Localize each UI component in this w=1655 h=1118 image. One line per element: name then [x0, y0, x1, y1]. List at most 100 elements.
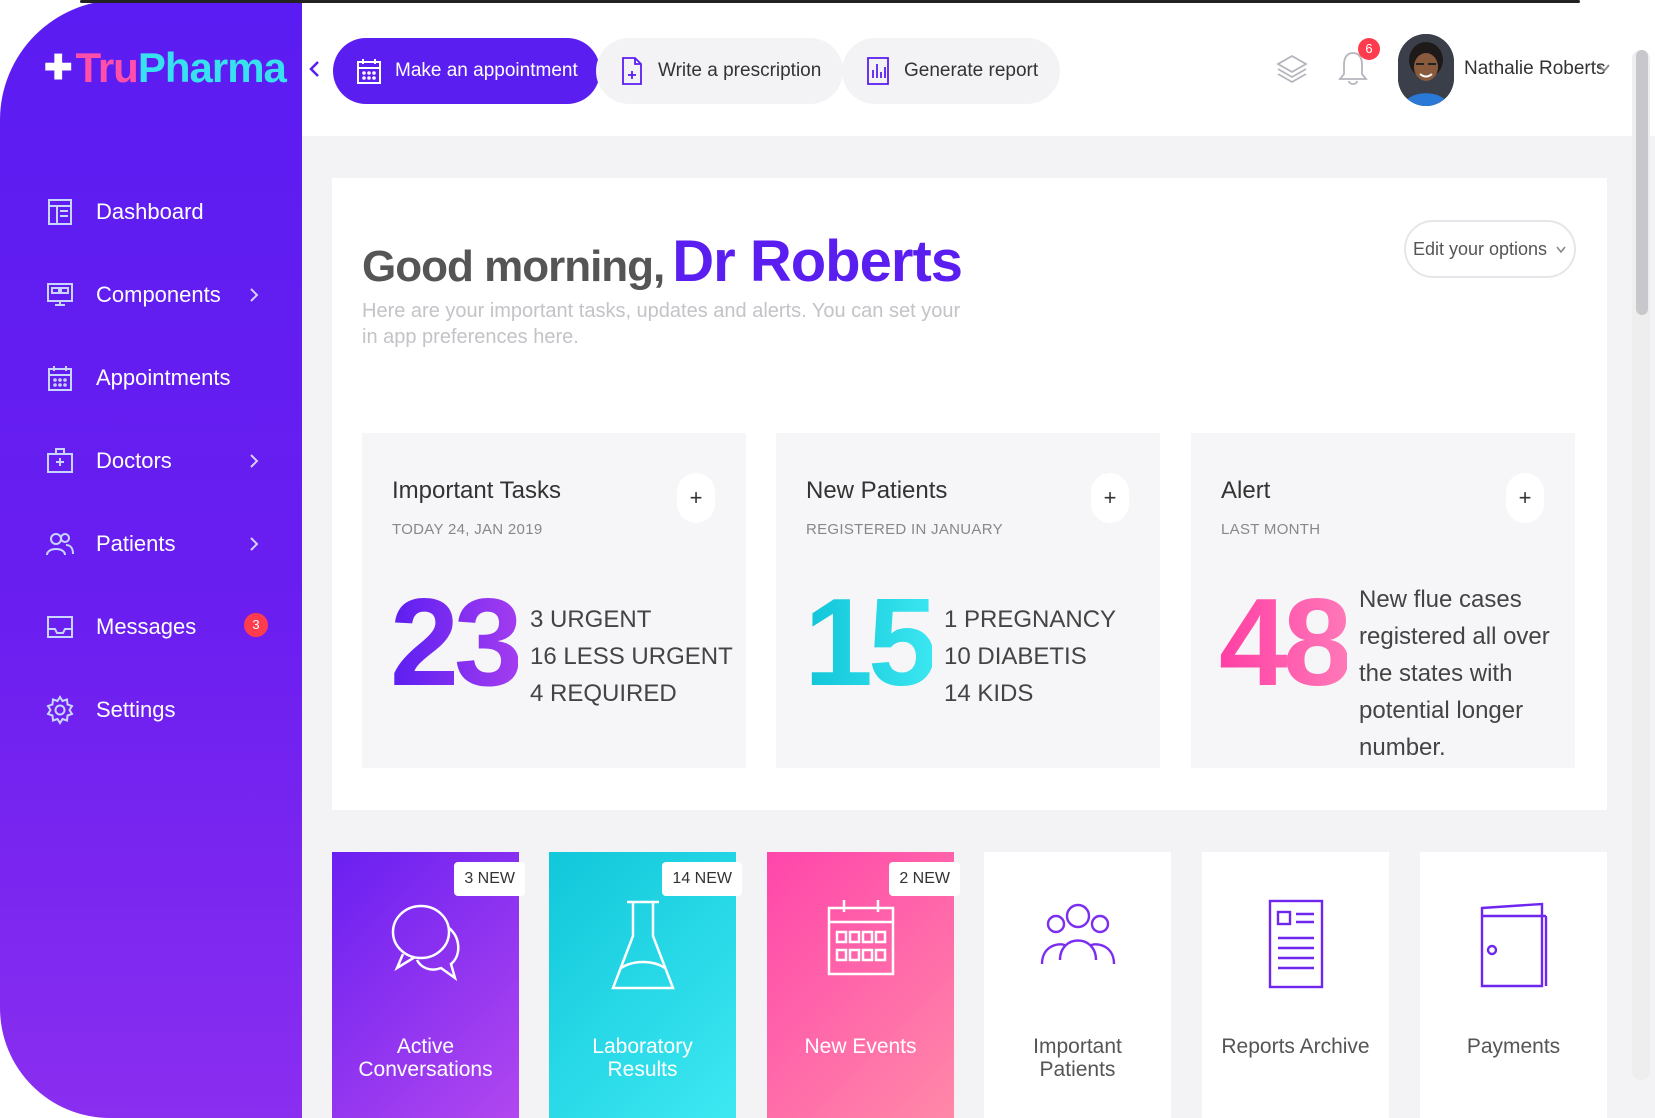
- brand-tru: Tru: [75, 44, 139, 91]
- brand-logo[interactable]: ✚ Tru Pharma: [44, 44, 287, 92]
- alert-text: New flue cases registered all over the s…: [1359, 586, 1550, 761]
- bar-chart-icon: [864, 56, 892, 86]
- add-button[interactable]: +: [677, 473, 715, 523]
- generate-report-label: Generate report: [904, 60, 1039, 81]
- components-icon: [46, 281, 74, 309]
- sidebar-item-label: Doctors: [96, 447, 172, 473]
- chevron-down-icon: [1556, 246, 1566, 254]
- window-top-edge: [80, 0, 1580, 3]
- top-header: Make an appointment Write a prescription…: [302, 0, 1655, 136]
- chevron-right-icon: [250, 454, 259, 468]
- stat-line: 10 DIABETIS: [944, 643, 1087, 670]
- stat-card-important-tasks: Important Tasks TODAY 24, JAN 2019 + 23 …: [362, 433, 746, 768]
- welcome-subtitle: Here are your important tasks, updates a…: [362, 300, 961, 348]
- gear-icon: [46, 694, 74, 725]
- stat-breakdown: 1 PREGNANCY 10 DIABETIS 14 KIDS: [944, 601, 1116, 712]
- add-button[interactable]: +: [1506, 473, 1544, 523]
- greeting-text: Good morning,: [362, 242, 665, 291]
- add-button[interactable]: +: [1091, 473, 1129, 523]
- stat-title: Important Tasks: [392, 477, 561, 504]
- new-badge: 14 NEW: [662, 862, 742, 896]
- cross-icon: ✚: [44, 49, 72, 87]
- sidebar-item-components[interactable]: Components: [0, 253, 302, 336]
- tile-new-events[interactable]: 2 NEW New Events: [767, 852, 960, 1118]
- calendar-icon: [355, 56, 383, 86]
- new-badge: 3 NEW: [454, 862, 525, 896]
- sidebar-item-doctors[interactable]: Doctors: [0, 419, 302, 502]
- sidebar-item-label: Components: [96, 281, 221, 307]
- document-icon: [1268, 899, 1323, 989]
- stat-line: 16 LESS URGENT: [530, 643, 733, 670]
- avatar[interactable]: [1398, 34, 1454, 106]
- stat-card-new-patients: New Patients REGISTERED IN JANUARY + 15 …: [776, 433, 1160, 768]
- tile-label: Payments: [1466, 1035, 1561, 1058]
- stat-breakdown: 3 URGENT 16 LESS URGENT 4 REQUIRED: [530, 601, 733, 712]
- tile-laboratory-results[interactable]: 14 NEW Laboratory Results: [549, 852, 742, 1118]
- sidebar-nav: Dashboard Components Appointments Doctor…: [0, 170, 302, 751]
- sidebar-item-label: Settings: [96, 696, 176, 722]
- wallet-icon: [1480, 902, 1547, 988]
- dashboard-icon: [46, 198, 74, 226]
- document-add-icon: [618, 56, 646, 86]
- tile-label: New Events: [804, 1035, 917, 1058]
- sidebar: ✚ Tru Pharma Dashboard Components Appoin…: [0, 0, 302, 1118]
- sidebar-item-dashboard[interactable]: Dashboard: [0, 170, 302, 253]
- stat-card-alert: Alert LAST MONTH + 48 New flue cases reg…: [1191, 433, 1575, 768]
- make-appointment-label: Make an appointment: [395, 60, 578, 81]
- sidebar-item-settings[interactable]: Settings: [0, 668, 302, 751]
- tile-payments[interactable]: Payments: [1420, 852, 1607, 1118]
- user-name[interactable]: Nathalie Roberts: [1464, 58, 1606, 80]
- stat-title: Alert: [1221, 477, 1271, 504]
- stat-subtitle: TODAY 24, JAN 2019: [392, 521, 543, 538]
- chevron-down-icon[interactable]: [1596, 60, 1612, 76]
- patients-group-icon: [1040, 903, 1115, 965]
- brand-pharma: Pharma: [137, 44, 287, 91]
- stat-value: 48: [1219, 574, 1352, 712]
- sidebar-item-messages[interactable]: Messages 3: [0, 585, 302, 668]
- users-icon: [46, 530, 74, 558]
- tile-label: Reports Archive: [1221, 1035, 1370, 1058]
- stat-subtitle: LAST MONTH: [1221, 521, 1321, 538]
- doctor-bag-icon: [46, 447, 74, 475]
- stat-line: 3 URGENT: [530, 606, 652, 633]
- stat-value: 23: [390, 574, 523, 712]
- write-prescription-button[interactable]: Write a prescription: [596, 38, 844, 104]
- stat-line: 4 REQUIRED: [530, 680, 677, 707]
- generate-report-button[interactable]: Generate report: [842, 38, 1061, 104]
- new-badge: 2 NEW: [889, 862, 960, 896]
- edit-options-button[interactable]: Edit your options: [1404, 220, 1576, 278]
- tile-important-patients[interactable]: Important Patients: [984, 852, 1171, 1118]
- make-appointment-button[interactable]: Make an appointment: [333, 38, 600, 104]
- doctor-name: Dr Roberts: [672, 229, 963, 294]
- notification-badge: 6: [1358, 38, 1380, 60]
- tile-active-conversations[interactable]: 3 NEW Active Conversations: [332, 852, 525, 1118]
- stat-line: 1 PREGNANCY: [944, 606, 1117, 633]
- stat-title: New Patients: [806, 477, 948, 504]
- chevron-right-icon: [250, 288, 259, 302]
- sidebar-item-patients[interactable]: Patients: [0, 502, 302, 585]
- sidebar-item-label: Appointments: [96, 364, 231, 390]
- scrollbar-thumb[interactable]: [1636, 50, 1648, 315]
- tile-label: Laboratory Results: [592, 1035, 693, 1081]
- collapse-sidebar-icon[interactable]: [306, 58, 322, 80]
- greeting-heading: Good morning, Dr Roberts: [362, 228, 963, 295]
- edit-options-label: Edit your options: [1412, 238, 1548, 259]
- calendar-grid-icon: [827, 900, 894, 976]
- sidebar-item-label: Dashboard: [96, 198, 204, 224]
- stat-value: 15: [804, 574, 937, 712]
- welcome-card: Good morning, Dr Roberts Here are your im…: [332, 178, 1607, 810]
- flask-icon: [610, 900, 675, 990]
- sidebar-item-label: Patients: [96, 530, 176, 556]
- tile-reports-archive[interactable]: Reports Archive: [1202, 852, 1389, 1118]
- layers-icon[interactable]: [1275, 52, 1309, 86]
- tile-label: Active Conversations: [358, 1035, 493, 1081]
- calendar-icon: [46, 364, 74, 392]
- stat-subtitle: REGISTERED IN JANUARY: [806, 521, 1003, 538]
- sidebar-item-label: Messages: [96, 613, 197, 639]
- tile-label: Important Patients: [1033, 1035, 1122, 1081]
- chevron-right-icon: [250, 537, 259, 551]
- inbox-icon: [46, 613, 74, 641]
- sidebar-item-appointments[interactable]: Appointments: [0, 336, 302, 419]
- chat-bubbles-icon: [391, 904, 459, 982]
- app-frame: ✚ Tru Pharma Dashboard Components Appoin…: [0, 0, 1655, 1118]
